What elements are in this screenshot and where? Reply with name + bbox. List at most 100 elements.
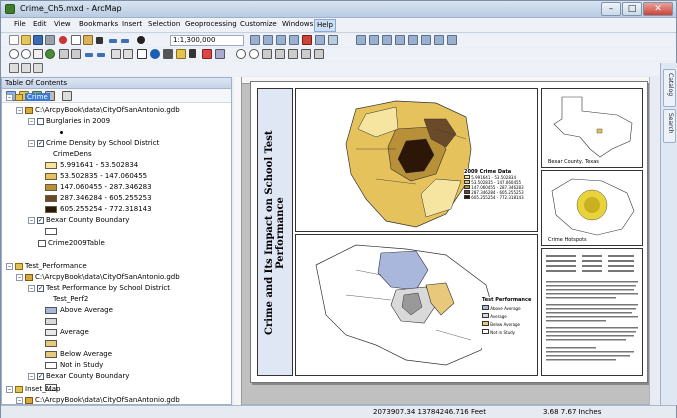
menu-view[interactable]: View bbox=[52, 20, 73, 28]
time-slider-icon[interactable] bbox=[215, 49, 225, 59]
layer-visibility-checkbox[interactable]: ✓ bbox=[37, 216, 44, 224]
legend-class-4[interactable]: 287.346284 - 605.255253 bbox=[45, 193, 152, 204]
layout-forward-icon[interactable] bbox=[314, 49, 324, 59]
legend-class-1[interactable]: 5.991641 - 53.502834 bbox=[45, 160, 138, 171]
close-button[interactable]: ✕ bbox=[643, 2, 673, 16]
legend-below-average[interactable]: Below Average bbox=[45, 349, 112, 360]
dataframe-inset-map[interactable]: – Inset_Map bbox=[6, 384, 60, 395]
layout-vertical-scrollbar[interactable] bbox=[649, 77, 659, 405]
clear-selection-icon[interactable] bbox=[123, 49, 133, 59]
layout-tool-1-icon[interactable] bbox=[356, 35, 366, 45]
python-window-icon[interactable] bbox=[315, 35, 325, 45]
zoom-out-icon[interactable] bbox=[21, 49, 31, 59]
find-icon[interactable] bbox=[163, 49, 173, 59]
new-document-icon[interactable] bbox=[9, 35, 19, 45]
layer-bexar-boundary-2[interactable]: – ✓ Bexar County Boundary bbox=[28, 371, 129, 382]
forward-extent-icon[interactable] bbox=[97, 53, 105, 57]
zoom-in-icon[interactable] bbox=[9, 49, 19, 59]
model-builder-icon[interactable] bbox=[328, 35, 338, 45]
collapse-icon[interactable]: – bbox=[16, 273, 23, 281]
editor-toolbar-icon[interactable] bbox=[250, 35, 260, 45]
collapse-icon[interactable]: – bbox=[6, 93, 13, 101]
minimize-button[interactable]: – bbox=[601, 2, 621, 16]
draw-arrow-icon[interactable] bbox=[9, 63, 19, 73]
hotspot-map-frame[interactable]: Crime Hotspots bbox=[541, 170, 643, 246]
legend-class-3[interactable]: 147.060455 - 287.346283 bbox=[45, 182, 152, 193]
layout-zoom-out-icon[interactable] bbox=[249, 49, 259, 59]
crime-map-frame[interactable]: 2009 Crime Data 5.991641 - 53.502834 53.… bbox=[295, 88, 538, 232]
layout-tool-2-icon[interactable] bbox=[369, 35, 379, 45]
inset-map-frame[interactable]: Bexar County, Texas bbox=[541, 88, 643, 168]
fixed-zoom-in-icon[interactable] bbox=[59, 49, 69, 59]
search-tab[interactable]: Search bbox=[663, 109, 676, 143]
layer-crime-density[interactable]: – ✓ Crime Density by School District bbox=[28, 138, 159, 149]
layer-visibility-checkbox[interactable] bbox=[37, 117, 44, 125]
delete-icon[interactable] bbox=[96, 37, 103, 44]
collapse-icon[interactable]: – bbox=[28, 372, 35, 380]
copy-icon[interactable] bbox=[71, 35, 81, 45]
layout-tool-3-icon[interactable] bbox=[382, 35, 392, 45]
open-folder-icon[interactable] bbox=[21, 35, 31, 45]
legend-class-2[interactable]: 53.502835 - 147.060455 bbox=[45, 171, 147, 182]
menu-file[interactable]: File bbox=[12, 20, 28, 28]
layout-tool-4-icon[interactable] bbox=[395, 35, 405, 45]
html-popup-icon[interactable] bbox=[202, 49, 212, 59]
layer-bexar-boundary-1[interactable]: – ✓ Bexar County Boundary bbox=[28, 215, 129, 226]
layout-pan-icon[interactable] bbox=[262, 49, 272, 59]
report-text-frame[interactable] bbox=[541, 248, 643, 376]
menu-insert[interactable]: Insert bbox=[120, 20, 144, 28]
catalog-window-icon[interactable] bbox=[276, 35, 286, 45]
legend-above-average[interactable]: Above Average bbox=[45, 305, 113, 316]
menu-bookmarks[interactable]: Bookmarks bbox=[77, 20, 120, 28]
layout-tool-7-icon[interactable] bbox=[434, 35, 444, 45]
layout-tool-6-icon[interactable] bbox=[421, 35, 431, 45]
zoom-whole-page-icon[interactable] bbox=[275, 49, 285, 59]
layout-tool-5-icon[interactable] bbox=[408, 35, 418, 45]
menu-customize[interactable]: Customize bbox=[238, 20, 279, 28]
toc-options-icon[interactable] bbox=[62, 91, 72, 101]
search-window-icon[interactable] bbox=[289, 35, 299, 45]
collapse-icon[interactable]: – bbox=[6, 385, 13, 393]
collapse-icon[interactable]: – bbox=[28, 139, 35, 147]
collapse-icon[interactable]: – bbox=[28, 117, 35, 125]
layer-visibility-checkbox[interactable]: ✓ bbox=[37, 372, 44, 380]
undo-icon[interactable] bbox=[109, 39, 117, 43]
collapse-icon[interactable]: – bbox=[28, 216, 35, 224]
select-elements-icon[interactable] bbox=[137, 49, 147, 59]
pan-icon[interactable] bbox=[33, 49, 43, 59]
layer-visibility-checkbox[interactable]: ✓ bbox=[37, 139, 44, 147]
vertical-ruler[interactable] bbox=[234, 77, 242, 405]
hyperlink-icon[interactable] bbox=[189, 49, 196, 58]
legend-not-in-study[interactable]: Not in Study bbox=[45, 360, 103, 371]
menu-geoprocessing[interactable]: Geoprocessing bbox=[183, 20, 239, 28]
workspace-test-performance[interactable]: – C:\ArcpyBook\data\CityOfSanAntonio.gdb bbox=[16, 272, 180, 283]
draw-shape-icon[interactable] bbox=[33, 63, 43, 73]
fixed-zoom-out-icon[interactable] bbox=[71, 49, 81, 59]
cut-icon[interactable] bbox=[59, 36, 67, 44]
layer-burglaries[interactable]: – Burglaries in 2009 bbox=[28, 116, 110, 127]
add-data-icon[interactable] bbox=[137, 36, 145, 44]
collapse-icon[interactable]: – bbox=[16, 106, 23, 114]
layout-back-icon[interactable] bbox=[301, 49, 311, 59]
dataframe-test-performance[interactable]: – Test_Performance bbox=[6, 261, 87, 272]
save-icon[interactable] bbox=[33, 35, 43, 45]
back-extent-icon[interactable] bbox=[85, 53, 93, 57]
table-crime2009[interactable]: Crime2009Table bbox=[38, 238, 105, 249]
collapse-icon[interactable]: – bbox=[6, 262, 13, 270]
layout-zoom-in-icon[interactable] bbox=[236, 49, 246, 59]
workspace-crime[interactable]: – C:\ArcpyBook\data\CityOfSanAntonio.gdb bbox=[16, 105, 180, 116]
collapse-icon[interactable]: – bbox=[28, 284, 35, 292]
layer-test-performance[interactable]: – ✓ Test Performance by School District bbox=[28, 283, 170, 294]
map-scale-combo[interactable]: 1:1,300,000 bbox=[170, 35, 244, 46]
arctoolbox-icon[interactable] bbox=[302, 35, 312, 45]
full-extent-icon[interactable] bbox=[45, 49, 55, 59]
menu-selection[interactable]: Selection bbox=[146, 20, 182, 28]
zoom-100-icon[interactable] bbox=[288, 49, 298, 59]
catalog-tab[interactable]: Catalog bbox=[663, 69, 676, 107]
layout-title-banner[interactable]: Crime and Its Impact on School Test Perf… bbox=[257, 88, 293, 376]
legend-average[interactable]: Average bbox=[45, 327, 89, 338]
menu-help[interactable]: Help bbox=[314, 19, 336, 32]
print-icon[interactable] bbox=[45, 35, 55, 45]
layer-visibility-checkbox[interactable]: ✓ bbox=[37, 284, 44, 292]
legend-class-5[interactable]: 605.255254 - 772.318143 bbox=[45, 204, 152, 215]
